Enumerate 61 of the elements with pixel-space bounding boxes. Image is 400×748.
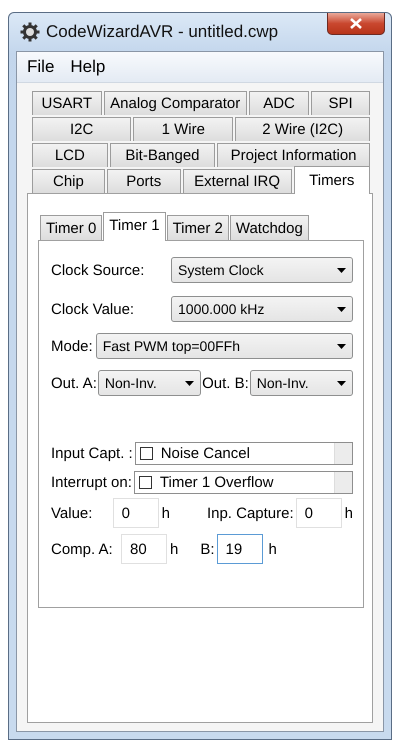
tab[interactable]: SPI: [311, 91, 370, 115]
tab[interactable]: ADC: [248, 91, 310, 115]
unit-label: h: [344, 504, 353, 522]
dropdown-arrow-icon: [337, 306, 346, 312]
dropdown-arrow-icon: [185, 380, 194, 386]
field-label: Interrupt on:: [51, 474, 132, 491]
dropdown-arrow-icon: [337, 268, 346, 272]
dropdown[interactable]: Fast PWM top=00FFh: [96, 333, 353, 359]
tab[interactable]: 2 Wire (I2C): [235, 117, 370, 141]
dropdown-arrow-icon: [337, 380, 346, 386]
field-label: Clock Source:: [51, 262, 146, 278]
field-label: Comp. A:: [51, 540, 114, 558]
tab[interactable]: Watchdog: [230, 215, 309, 240]
unit-label: h: [268, 540, 277, 558]
window-title: CodeWizardAVR - untitled.cwp: [46, 22, 278, 42]
menu-item[interactable]: Help: [66, 55, 114, 79]
field-label: Out. A:: [51, 374, 97, 392]
checkbox[interactable]: [138, 476, 152, 489]
menu-item[interactable]: File: [23, 55, 62, 79]
input-field[interactable]: 19: [216, 534, 263, 564]
checklist[interactable]: Timer 1 Overflow: [134, 471, 353, 494]
tab[interactable]: Bit-Banged: [110, 143, 216, 167]
tab[interactable]: I2C: [32, 117, 132, 141]
tab[interactable]: Chip: [32, 169, 105, 193]
scrollbar: [334, 443, 352, 464]
field-label: Mode:: [51, 338, 93, 354]
tab[interactable]: Project Information: [217, 143, 370, 167]
tab[interactable]: LCD: [32, 143, 108, 167]
tab[interactable]: 1 Wire: [133, 117, 234, 141]
dropdown[interactable]: Non-Inv.: [98, 370, 202, 396]
input-field[interactable]: 0: [296, 498, 342, 528]
dropdown-arrow-icon: [337, 344, 346, 348]
input-field[interactable]: 80: [121, 534, 167, 564]
field-label: Clock Value:: [51, 300, 136, 318]
tab[interactable]: External IRQ: [182, 169, 292, 193]
dropdown[interactable]: System Clock: [171, 257, 353, 283]
option-label: Noise Cancel: [160, 445, 250, 462]
scrollbar: [334, 472, 352, 493]
close-button[interactable]: [327, 13, 385, 35]
tab[interactable]: Timers: [294, 166, 370, 194]
field-label: Inp. Capture:: [206, 504, 294, 522]
checklist[interactable]: Noise Cancel: [134, 442, 353, 465]
field-label: Input Capt. :: [51, 445, 133, 462]
tab[interactable]: Ports: [106, 169, 181, 193]
dropdown[interactable]: Non-Inv.: [250, 370, 354, 396]
unit-label: h: [162, 504, 170, 522]
tab[interactable]: Timer 2: [166, 215, 229, 240]
tab[interactable]: Timer 0: [40, 215, 102, 240]
dropdown[interactable]: 1000.000 kHz: [171, 296, 353, 322]
checkbox[interactable]: [140, 447, 153, 460]
field-label: B:: [200, 540, 215, 558]
close-icon: [350, 18, 362, 29]
gear-icon: [20, 22, 40, 42]
field-label: Value:: [51, 504, 94, 522]
option-label: Timer 1 Overflow: [160, 474, 274, 491]
tab[interactable]: Timer 1: [103, 212, 166, 241]
field-label: Out. B:: [202, 374, 249, 392]
input-field[interactable]: 0: [112, 498, 159, 528]
tab[interactable]: Analog Comparator: [104, 91, 247, 115]
tab[interactable]: USART: [32, 91, 102, 115]
unit-label: h: [170, 540, 178, 558]
